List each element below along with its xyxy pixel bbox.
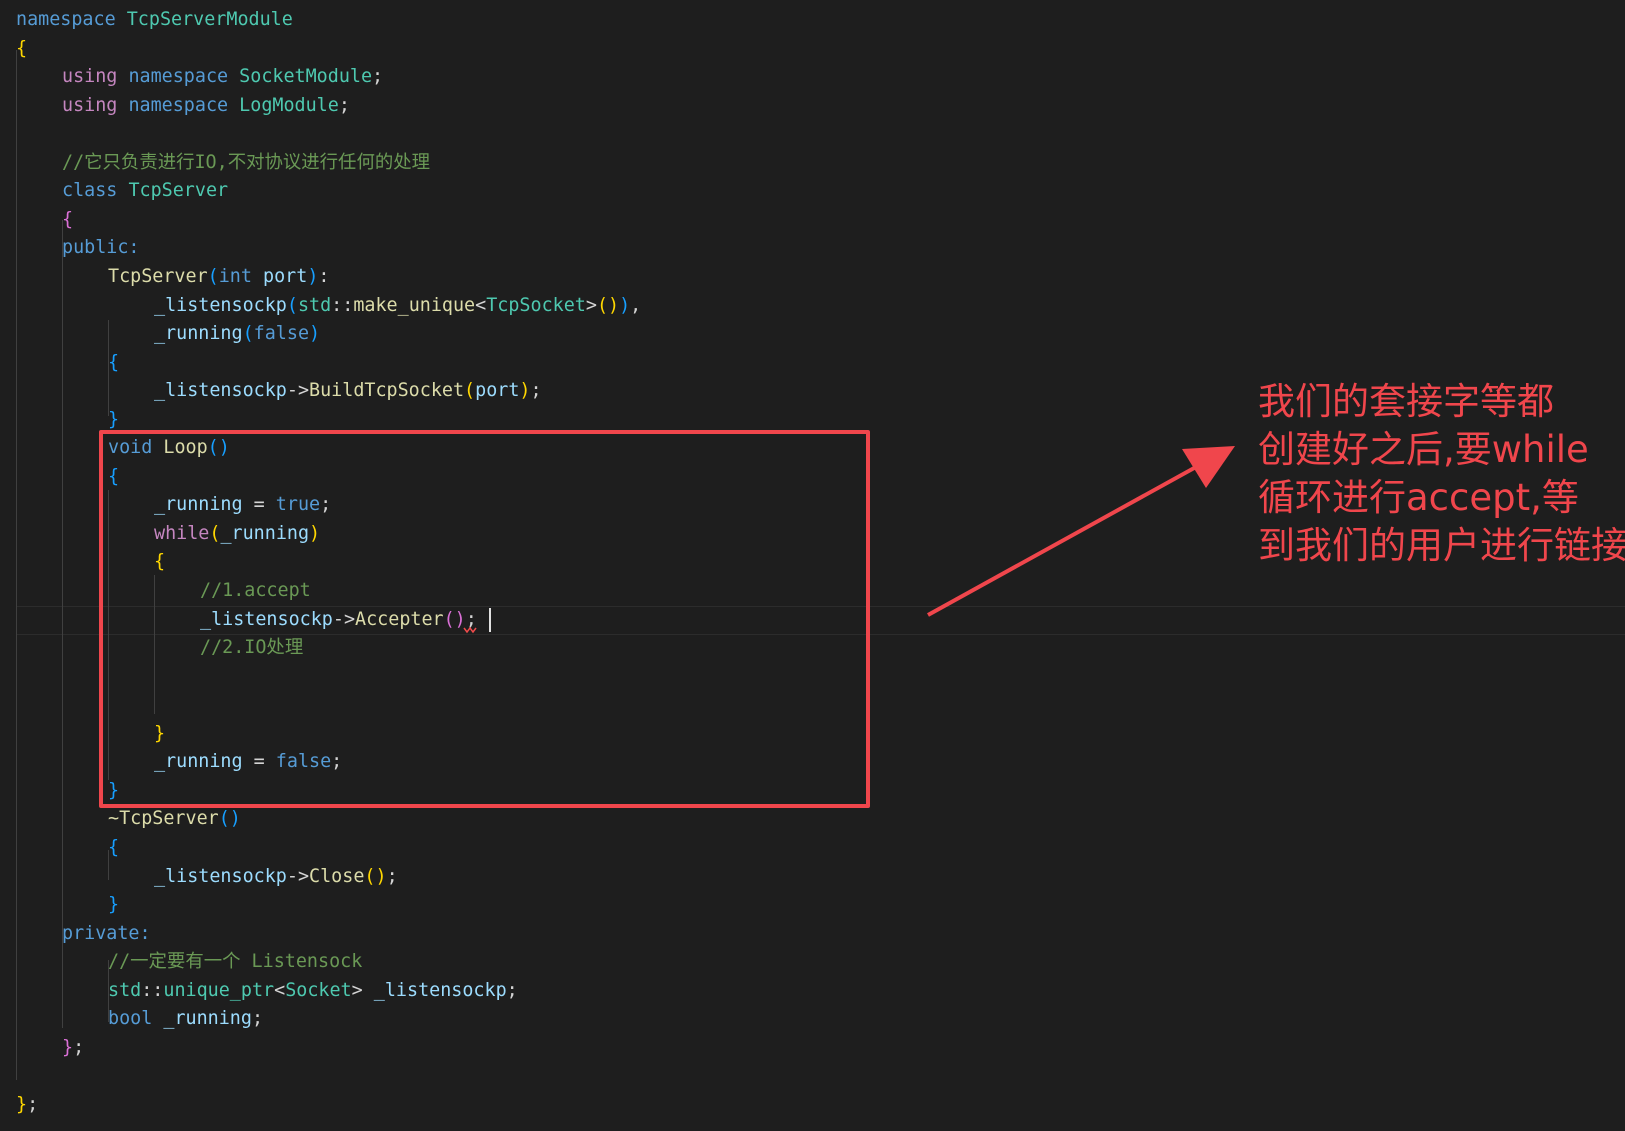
annotation-line: 到我们的用户进行链接 (1258, 524, 1625, 567)
annotation-line: 我们的套接字等都 (1258, 380, 1554, 423)
annotation-line: 创建好之后,要while (1258, 428, 1589, 471)
annotation-note: 我们的套接字等都 创建好之后,要while 循环进行accept,等 到我们的用… (1258, 378, 1625, 570)
annotation-line: 循环进行accept,等 (1258, 476, 1579, 519)
